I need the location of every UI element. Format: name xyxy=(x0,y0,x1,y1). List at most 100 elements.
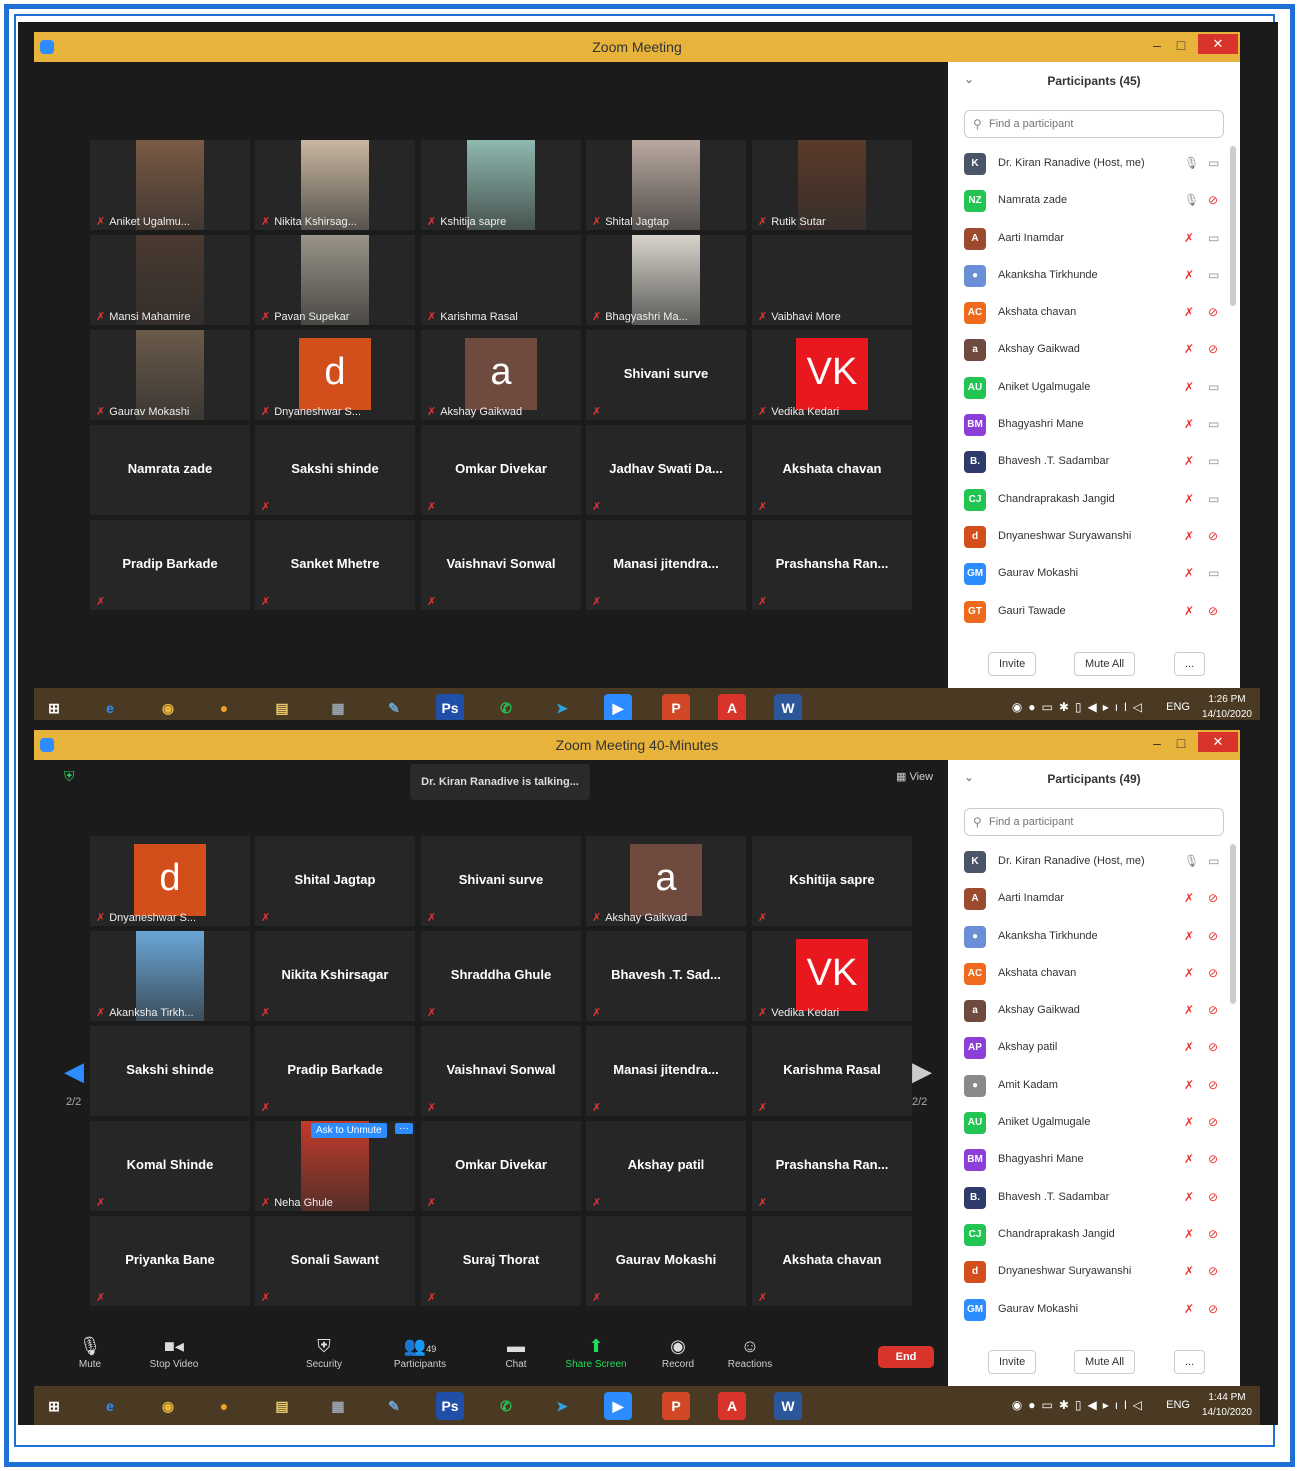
video-tile[interactable]: Priyanka Bane ✗ xyxy=(90,1216,250,1306)
video-off-icon[interactable]: ⊘ xyxy=(1208,529,1218,543)
video-tile[interactable]: d ✗ Dnyaneshwar S... xyxy=(255,330,415,420)
whatsapp-icon[interactable]: ✆ xyxy=(492,694,520,722)
more-button[interactable]: ... xyxy=(1174,652,1206,676)
view-button[interactable]: ▦ View xyxy=(896,770,933,783)
muted-mic-icon[interactable]: ✗ xyxy=(1184,492,1194,506)
muted-mic-icon[interactable]: ✗ xyxy=(1184,342,1194,356)
participant-row[interactable]: AU Aniket Ugalmugale ✗ ▭ xyxy=(964,370,1226,407)
telegram-icon[interactable]: ➤ xyxy=(548,694,576,722)
video-camera-icon[interactable]: ▭ xyxy=(1208,380,1219,394)
participant-row[interactable]: AP Akshay patil ✗ ⊘ xyxy=(964,1030,1226,1067)
video-tile[interactable]: Suraj Thorat ✗ xyxy=(421,1216,581,1306)
video-camera-icon[interactable]: ▭ xyxy=(1208,231,1219,245)
participant-row[interactable]: ● Akanksha Tirkhunde ✗ ▭ xyxy=(964,258,1226,295)
video-camera-icon[interactable]: ▭ xyxy=(1208,156,1219,170)
close-button[interactable]: ✕ xyxy=(1198,34,1238,54)
video-tile[interactable]: ✗ Gaurav Mokashi xyxy=(90,330,250,420)
muted-mic-icon[interactable]: ✗ xyxy=(1184,231,1194,245)
video-tile[interactable]: VK ✗ Vedika Kedari xyxy=(752,330,912,420)
muted-mic-icon[interactable]: ✗ xyxy=(1184,380,1194,394)
whatsapp-icon[interactable]: ✆ xyxy=(492,1392,520,1420)
file-explorer-icon[interactable]: ▤ xyxy=(268,694,296,722)
video-tile[interactable]: Jadhav Swati Da... ✗ xyxy=(586,425,746,515)
video-tile[interactable]: Akshata chavan ✗ xyxy=(752,425,912,515)
photoshop-icon[interactable]: Ps xyxy=(436,694,464,722)
muted-mic-icon[interactable]: ✗ xyxy=(1184,929,1194,943)
video-tile[interactable]: ✗ Kshitija sapre xyxy=(421,140,581,230)
participant-row[interactable]: BM Bhagyashri Mane ✗ ⊘ xyxy=(964,1142,1226,1179)
video-off-icon[interactable]: ⊘ xyxy=(1208,1190,1218,1204)
video-tile[interactable]: Karishma Rasal ✗ xyxy=(752,1026,912,1116)
windows-start-icon[interactable]: ⊞ xyxy=(40,694,68,722)
zoom-icon[interactable]: ▶ xyxy=(604,694,632,722)
security-button[interactable]: ⛨ Security xyxy=(284,1336,364,1370)
video-tile[interactable]: d ✗ Dnyaneshwar S... xyxy=(90,836,250,926)
video-off-icon[interactable]: ⊘ xyxy=(1208,342,1218,356)
windows-start-icon[interactable]: ⊞ xyxy=(40,1392,68,1420)
video-tile[interactable]: ✗ Aniket Ugalmu... xyxy=(90,140,250,230)
microphone-icon[interactable]: 🎙 xyxy=(1184,854,1199,868)
acrobat-icon[interactable]: A xyxy=(718,694,746,722)
video-off-icon[interactable]: ⊘ xyxy=(1208,891,1218,905)
participant-search[interactable]: ⚲ xyxy=(964,110,1224,138)
video-off-icon[interactable]: ⊘ xyxy=(1208,1078,1218,1092)
video-off-icon[interactable]: ⊘ xyxy=(1208,604,1218,618)
invite-button[interactable]: Invite xyxy=(988,652,1037,676)
video-tile[interactable]: Sonali Sawant ✗ xyxy=(255,1216,415,1306)
participant-search[interactable]: ⚲ xyxy=(964,808,1224,836)
mute-all-button[interactable]: Mute All xyxy=(1074,1350,1136,1374)
video-tile[interactable]: Sakshi shinde ✗ xyxy=(255,425,415,515)
video-off-icon[interactable]: ⊘ xyxy=(1208,1040,1218,1054)
muted-mic-icon[interactable]: ✗ xyxy=(1184,268,1194,282)
video-tile[interactable]: Bhavesh .T. Sad... ✗ xyxy=(586,931,746,1021)
video-tile[interactable]: Prashansha Ran... ✗ xyxy=(752,520,912,610)
video-tile[interactable]: ✗ Bhagyashri Ma... xyxy=(586,235,746,325)
muted-mic-icon[interactable]: ✗ xyxy=(1184,1190,1194,1204)
video-tile[interactable]: ✗ Shital Jagtap xyxy=(586,140,746,230)
video-tile[interactable]: ✗ Karishma Rasal xyxy=(421,235,581,325)
video-tile[interactable]: Akshay patil ✗ xyxy=(586,1121,746,1211)
video-tile[interactable]: Omkar Divekar ✗ xyxy=(421,425,581,515)
muted-mic-icon[interactable]: ✗ xyxy=(1184,1078,1194,1092)
video-tile[interactable]: Akshata chavan ✗ xyxy=(752,1216,912,1306)
video-tile[interactable]: Gaurav Mokashi ✗ xyxy=(586,1216,746,1306)
paint-icon[interactable]: ✎ xyxy=(380,1392,408,1420)
muted-mic-icon[interactable]: ✗ xyxy=(1184,1227,1194,1241)
video-tile[interactable]: a ✗ Akshay Gaikwad xyxy=(586,836,746,926)
participant-row[interactable]: A Aarti Inamdar ✗ ⊘ xyxy=(964,881,1226,918)
participant-row[interactable]: AU Aniket Ugalmugale ✗ ⊘ xyxy=(964,1105,1226,1142)
video-off-icon[interactable]: ⊘ xyxy=(1208,1264,1218,1278)
video-tile[interactable]: Manasi jitendra... ✗ xyxy=(586,520,746,610)
video-tile[interactable]: a ✗ Akshay Gaikwad xyxy=(421,330,581,420)
participant-row[interactable]: AC Akshata chavan ✗ ⊘ xyxy=(964,295,1226,332)
muted-mic-icon[interactable]: ✗ xyxy=(1184,604,1194,618)
language-indicator[interactable]: ENG xyxy=(1166,1399,1190,1411)
muted-mic-icon[interactable]: ✗ xyxy=(1184,891,1194,905)
video-tile[interactable]: Shital Jagtap ✗ xyxy=(255,836,415,926)
calculator-icon[interactable]: ▦ xyxy=(324,1392,352,1420)
video-tile[interactable]: Pradip Barkade ✗ xyxy=(90,520,250,610)
muted-mic-icon[interactable]: ✗ xyxy=(1184,1040,1194,1054)
video-camera-icon[interactable]: ▭ xyxy=(1208,417,1219,431)
app-orb-icon[interactable]: ● xyxy=(210,1392,238,1420)
search-input[interactable] xyxy=(989,116,1209,132)
video-tile[interactable]: Shraddha Ghule ✗ xyxy=(421,931,581,1021)
video-off-icon[interactable]: ⊘ xyxy=(1208,1003,1218,1017)
powerpoint-icon[interactable]: P xyxy=(662,1392,690,1420)
minimize-button[interactable]: – xyxy=(1146,36,1168,54)
participant-row[interactable]: GM Gaurav Mokashi ✗ ▭ xyxy=(964,556,1226,593)
participant-row[interactable]: B. Bhavesh .T. Sadambar ✗ ⊘ xyxy=(964,1180,1226,1217)
participant-row[interactable]: ● Akanksha Tirkhunde ✗ ⊘ xyxy=(964,919,1226,956)
video-camera-icon[interactable]: ▭ xyxy=(1208,854,1219,868)
chat-button[interactable]: ▬ Chat xyxy=(476,1336,556,1370)
end-meeting-button[interactable]: End xyxy=(878,1346,934,1368)
video-tile[interactable]: Shivani surve ✗ xyxy=(421,836,581,926)
video-camera-icon[interactable]: ▭ xyxy=(1208,454,1219,468)
participant-row[interactable]: CJ Chandraprakash Jangid ✗ ▭ xyxy=(964,482,1226,519)
scrollbar[interactable] xyxy=(1230,146,1236,306)
internet-explorer-icon[interactable]: e xyxy=(96,694,124,722)
video-tile[interactable]: ✗ Pavan Supekar xyxy=(255,235,415,325)
participant-row[interactable]: K Dr. Kiran Ranadive (Host, me) 🎙 ▭ xyxy=(964,146,1226,183)
video-tile[interactable]: Omkar Divekar ✗ xyxy=(421,1121,581,1211)
video-tile[interactable]: ✗ Akanksha Tirkh... xyxy=(90,931,250,1021)
